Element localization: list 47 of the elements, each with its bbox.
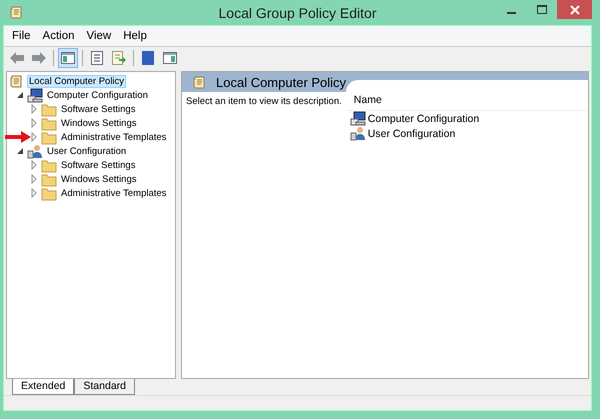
close-icon (570, 4, 580, 14)
computer-icon (350, 111, 366, 126)
menu-item[interactable]: Action (36, 30, 80, 42)
folder-icon (41, 116, 57, 130)
list-item[interactable]: Computer Configuration (368, 112, 480, 124)
tree-item[interactable]: Administrative Templates (59, 186, 168, 200)
tree-item[interactable]: Software Settings (59, 102, 138, 116)
column-header[interactable]: Name (354, 94, 382, 106)
expand-icon[interactable] (29, 174, 39, 184)
pane-title: Local Computer Policy (216, 74, 346, 90)
window-title: Local Group Policy Editor (218, 5, 378, 21)
user-icon (27, 144, 43, 158)
close-button[interactable] (557, 0, 592, 19)
folder-icon (41, 172, 57, 186)
expand-icon[interactable] (29, 104, 39, 114)
expand-icon[interactable] (29, 132, 39, 142)
tree-item[interactable]: Computer Configuration (45, 88, 150, 102)
tree-item[interactable]: Windows Settings (59, 116, 139, 130)
menu-item[interactable]: File (6, 30, 37, 42)
menu-item[interactable]: Help (117, 30, 153, 42)
computer-icon (27, 88, 43, 102)
menu-item[interactable]: View (80, 30, 118, 42)
user-icon (350, 126, 366, 141)
list-item[interactable]: User Configuration (368, 128, 456, 140)
back-icon[interactable] (9, 50, 25, 66)
expand-icon[interactable] (29, 188, 39, 198)
tree-item[interactable]: Administrative Templates (59, 130, 168, 144)
tree-item[interactable]: Software Settings (59, 158, 138, 172)
folder-icon (41, 102, 57, 116)
tree-item[interactable]: User Configuration (45, 144, 128, 158)
collapse-icon[interactable] (15, 90, 25, 100)
collapse-icon[interactable] (15, 146, 25, 156)
folder-icon (41, 186, 57, 200)
folder-icon (41, 158, 57, 172)
folder-icon (41, 130, 57, 144)
forward-icon[interactable] (31, 50, 47, 66)
tree-pane-icon[interactable] (60, 50, 76, 66)
description-text: Select an item to view its description. (185, 95, 343, 109)
properties-icon[interactable] (89, 50, 105, 66)
export-icon[interactable] (111, 50, 127, 66)
tree-item[interactable]: Windows Settings (59, 172, 139, 186)
tab[interactable]: Extended (12, 379, 74, 395)
expand-icon[interactable] (29, 160, 39, 170)
expand-icon[interactable] (29, 118, 39, 128)
tab[interactable]: Standard (74, 379, 135, 395)
tree-item[interactable]: Local Computer Policy (27, 74, 126, 88)
view-pane-icon[interactable] (162, 50, 178, 66)
